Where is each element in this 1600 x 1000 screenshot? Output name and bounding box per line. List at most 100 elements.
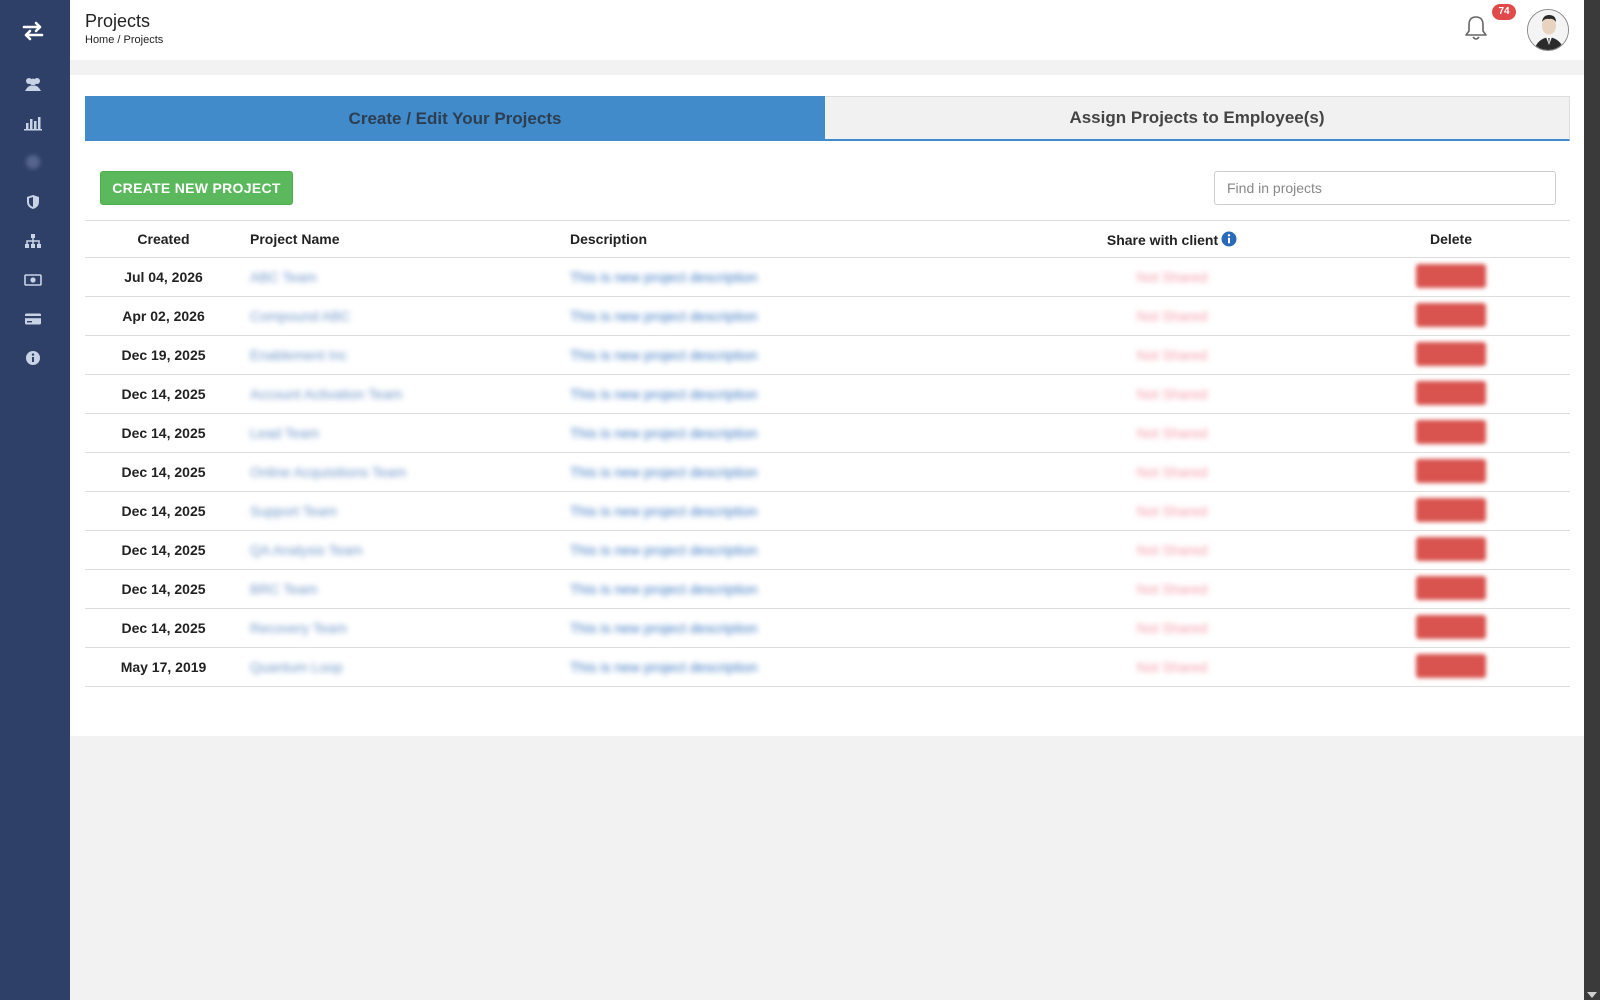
breadcrumb-current: Projects — [123, 34, 164, 46]
project-name-link[interactable]: Online Acquisitions Team — [250, 464, 406, 480]
users-icon[interactable] — [22, 73, 44, 95]
tab-bar: Create / Edit Your Projects Assign Proje… — [85, 96, 1570, 141]
created-date: Dec 14, 2025 — [85, 569, 242, 609]
column-header-description[interactable]: Description — [562, 220, 1012, 258]
project-name-link[interactable]: QA Analysis Team — [250, 542, 363, 558]
delete-project-button[interactable] — [1416, 341, 1486, 366]
share-status-toggle[interactable]: Not Shared — [1137, 659, 1208, 675]
share-status-cell: Not Shared — [1012, 413, 1332, 453]
project-name-link[interactable]: Recovery Team — [250, 620, 347, 636]
share-status-toggle[interactable]: Not Shared — [1137, 542, 1208, 558]
swap-arrows-icon[interactable] — [20, 18, 46, 44]
project-name-link[interactable]: Support Team — [250, 503, 337, 519]
share-status-toggle[interactable]: Not Shared — [1137, 620, 1208, 636]
tab-create-edit-projects[interactable]: Create / Edit Your Projects — [85, 96, 825, 141]
project-description-link[interactable]: This is new project description — [570, 581, 758, 597]
delete-cell — [1332, 530, 1570, 570]
shield-icon[interactable] — [22, 191, 44, 213]
vertical-scrollbar[interactable] — [1584, 0, 1600, 1000]
share-status-toggle[interactable]: Not Shared — [1137, 347, 1208, 363]
delete-project-button[interactable] — [1416, 458, 1486, 483]
share-status-cell: Not Shared — [1012, 608, 1332, 648]
project-name-link[interactable]: Quantum Loop — [250, 659, 343, 675]
scroll-down-arrow-icon[interactable] — [1587, 992, 1597, 998]
delete-project-button[interactable] — [1416, 497, 1486, 522]
description-cell: This is new project description — [562, 257, 1012, 297]
delete-cell — [1332, 257, 1570, 297]
project-description-link[interactable]: This is new project description — [570, 425, 758, 441]
share-status-cell: Not Shared — [1012, 374, 1332, 414]
project-description-link[interactable]: This is new project description — [570, 464, 758, 480]
project-name-link[interactable]: Compound ABC — [250, 308, 350, 324]
top-bar: Projects Home / Projects 74 — [70, 0, 1584, 60]
sidebar — [0, 0, 70, 1000]
delete-project-button[interactable] — [1416, 653, 1486, 678]
delete-project-button[interactable] — [1416, 263, 1486, 288]
project-description-link[interactable]: This is new project description — [570, 503, 758, 519]
description-cell: This is new project description — [562, 335, 1012, 375]
column-header-delete: Delete — [1332, 220, 1570, 258]
delete-project-button[interactable] — [1416, 380, 1486, 405]
project-name-cell: Support Team — [242, 491, 562, 531]
description-cell: This is new project description — [562, 296, 1012, 336]
find-projects-input[interactable] — [1214, 171, 1556, 205]
blurred-icon[interactable] — [22, 151, 44, 173]
delete-cell — [1332, 374, 1570, 414]
share-status-toggle[interactable]: Not Shared — [1137, 269, 1208, 285]
project-name-link[interactable]: Lead Team — [250, 425, 319, 441]
project-name-link[interactable]: BRC Team — [250, 581, 317, 597]
create-new-project-button[interactable]: CREATE NEW PROJECT — [100, 171, 293, 205]
user-avatar[interactable] — [1527, 9, 1569, 51]
org-chart-icon[interactable] — [22, 230, 44, 252]
project-name-link[interactable]: ABC Team — [250, 269, 317, 285]
project-description-link[interactable]: This is new project description — [570, 542, 758, 558]
breadcrumb-home-link[interactable]: Home — [85, 34, 114, 46]
notification-bell-icon[interactable] — [1463, 14, 1489, 42]
tab-assign-projects[interactable]: Assign Projects to Employee(s) — [825, 96, 1570, 141]
column-header-project-name[interactable]: Project Name — [242, 220, 562, 258]
credit-card-icon[interactable] — [22, 308, 44, 330]
delete-cell — [1332, 413, 1570, 453]
delete-project-button[interactable] — [1416, 419, 1486, 444]
project-description-link[interactable]: This is new project description — [570, 386, 758, 402]
column-header-created[interactable]: Created — [85, 220, 242, 258]
project-description-link[interactable]: This is new project description — [570, 269, 758, 285]
delete-project-button[interactable] — [1416, 614, 1486, 639]
table-row: Dec 14, 2025 Recovery Team This is new pro… — [85, 608, 1570, 648]
share-status-cell: Not Shared — [1012, 530, 1332, 570]
project-name-cell: ABC Team — [242, 257, 562, 297]
share-status-toggle[interactable]: Not Shared — [1137, 581, 1208, 597]
created-date: Apr 02, 2026 — [85, 296, 242, 336]
project-name-link[interactable]: Enablement Inc — [250, 347, 347, 363]
table-body: Jul 04, 2026 ABC Team This is new project … — [85, 257, 1570, 687]
description-cell: This is new project description — [562, 530, 1012, 570]
delete-project-button[interactable] — [1416, 575, 1486, 600]
notification-count-badge: 74 — [1492, 4, 1516, 20]
delete-project-button[interactable] — [1416, 536, 1486, 561]
table-row: Dec 14, 2025 BRC Team This is new project … — [85, 569, 1570, 609]
project-name-cell: Recovery Team — [242, 608, 562, 648]
column-header-share-with-client: Share with client — [1012, 220, 1332, 258]
project-name-cell: Compound ABC — [242, 296, 562, 336]
share-status-toggle[interactable]: Not Shared — [1137, 503, 1208, 519]
share-status-toggle[interactable]: Not Shared — [1137, 425, 1208, 441]
share-status-toggle[interactable]: Not Shared — [1137, 386, 1208, 402]
share-status-cell: Not Shared — [1012, 569, 1332, 609]
info-circle-icon[interactable] — [1221, 231, 1237, 247]
delete-cell — [1332, 491, 1570, 531]
info-icon[interactable] — [22, 347, 44, 369]
project-name-link[interactable]: Account Activation Team — [250, 386, 402, 402]
projects-table: Created Project Name Description Share w… — [85, 220, 1570, 687]
project-description-link[interactable]: This is new project description — [570, 308, 758, 324]
project-name-cell: Quantum Loop — [242, 647, 562, 687]
bar-chart-icon[interactable] — [22, 112, 44, 134]
share-status-toggle[interactable]: Not Shared — [1137, 464, 1208, 480]
money-icon[interactable] — [22, 269, 44, 291]
delete-project-button[interactable] — [1416, 302, 1486, 327]
project-description-link[interactable]: This is new project description — [570, 347, 758, 363]
share-status-toggle[interactable]: Not Shared — [1137, 308, 1208, 324]
project-description-link[interactable]: This is new project description — [570, 620, 758, 636]
project-description-link[interactable]: This is new project description — [570, 659, 758, 675]
table-row: Apr 02, 2026 Compound ABC This is new proj… — [85, 296, 1570, 336]
share-status-cell: Not Shared — [1012, 491, 1332, 531]
